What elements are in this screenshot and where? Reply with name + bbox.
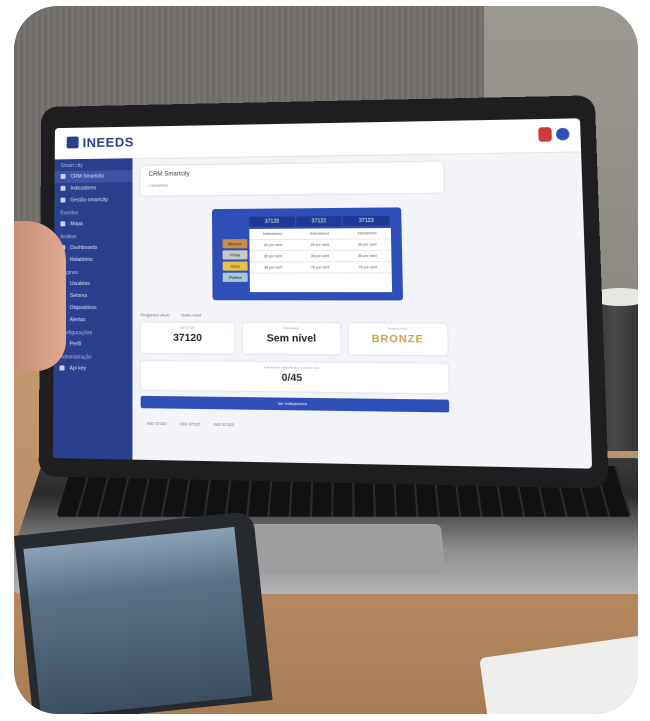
stat-card: Próximo nível BRONZE xyxy=(348,323,448,356)
main-content: CRM Smartcity • Smartcity 37120 37122 37… xyxy=(140,160,586,469)
sidebar-section-head: Smart city xyxy=(60,162,83,170)
sidebar-section-head: Eventos xyxy=(60,210,79,217)
table-row: Indicadores Indicadores Indicadores xyxy=(249,228,392,241)
notification-icon[interactable] xyxy=(538,127,552,142)
tab-bar: Progresso Atual Outro nível xyxy=(141,312,212,317)
stat-key: Nível atual xyxy=(283,326,299,331)
breadcrumb: • Smartcity xyxy=(148,182,169,188)
stat-card: Nível atual Sem nível xyxy=(243,322,341,355)
sidebar-item-crm[interactable]: CRM Smartcity xyxy=(54,170,133,183)
stat-value: 37120 xyxy=(173,332,202,345)
logo-icon xyxy=(66,136,79,149)
top-bar: INEEDS xyxy=(54,118,582,161)
sidebar-item-dashboards[interactable]: Dashboards xyxy=(54,242,132,254)
page-title: CRM Smartcity xyxy=(148,171,190,178)
stat-value: Sem nível xyxy=(266,333,317,345)
avatar[interactable] xyxy=(555,127,570,141)
laptop-screen: INEEDS Smart city CRM Smartcity Indicado… xyxy=(52,118,593,469)
pointing-hand xyxy=(14,221,66,371)
sidebar-section-head: Administração xyxy=(59,354,92,361)
brand-logo[interactable]: INEEDS xyxy=(66,135,134,151)
table-row: 16 por cent 36 por cent 36 por cent xyxy=(249,239,392,252)
progress-card: Indicadores para atingir o próximo nível… xyxy=(140,361,449,394)
tab-outro-nivel[interactable]: Outro nível xyxy=(181,312,201,317)
stat-key: ISO 37120 xyxy=(180,325,195,330)
progress-key: Indicadores para atingir o próximo nível xyxy=(263,365,320,370)
table-row: 36 por cent 76 por cent 76 por cent xyxy=(249,262,392,274)
stats-row: ISO 37120 37120 Nível atual Sem nível Pr… xyxy=(140,322,448,356)
norm-chip[interactable]: ISO 37123 xyxy=(214,422,234,428)
levels-table-header: 37120 37122 37123 xyxy=(249,215,391,227)
page-header-card: CRM Smartcity • Smartcity xyxy=(140,161,444,196)
sidebar-item-gestao[interactable]: Gestão smartcity xyxy=(54,194,132,207)
progress-value: 0/45 xyxy=(281,372,303,385)
table-row: 36 por cent 36 por cent 36 por cent xyxy=(249,250,392,263)
level-label: Bronze xyxy=(222,239,248,249)
view-indicators-button[interactable]: Ver indicadores xyxy=(140,395,450,413)
level-label: Prata xyxy=(222,250,248,260)
column-header: 37123 xyxy=(342,215,390,227)
stat-key: Próximo nível xyxy=(387,326,408,331)
norm-chip[interactable]: ISO 37122 xyxy=(180,421,200,426)
sidebar-item-api-key[interactable]: Api key xyxy=(53,362,132,375)
photo-frame: INEEDS Smart city CRM Smartcity Indicado… xyxy=(14,6,638,714)
trackpad xyxy=(242,523,446,574)
laptop-lid: INEEDS Smart city CRM Smartcity Indicado… xyxy=(38,95,609,489)
stat-card: ISO 37120 37120 xyxy=(140,322,236,354)
levels-table-body: Indicadores Indicadores Indicadores 16 por… xyxy=(249,228,393,293)
column-header: 37120 xyxy=(249,216,295,227)
tablet-screen xyxy=(23,526,253,714)
sidebar-item-mapa[interactable]: Mapa xyxy=(54,218,132,231)
level-label: Platina xyxy=(222,272,248,282)
stat-value: BRONZE xyxy=(371,333,425,346)
tab-progresso[interactable]: Progresso Atual xyxy=(141,312,170,317)
sidebar-item-indicadores[interactable]: Indicadores xyxy=(55,182,133,195)
norm-chips: ISO 37120 ISO 37122 ISO 37123 xyxy=(147,421,247,428)
level-label: Ouro xyxy=(222,261,248,271)
foreground-tablet xyxy=(14,510,273,714)
column-header: 37122 xyxy=(295,216,343,227)
norm-chip[interactable]: ISO 37120 xyxy=(147,421,167,426)
levels-table: 37120 37122 37123 Bronze Prata Ouro Plat… xyxy=(211,207,404,301)
sidebar-section-head: Análise xyxy=(60,234,77,241)
